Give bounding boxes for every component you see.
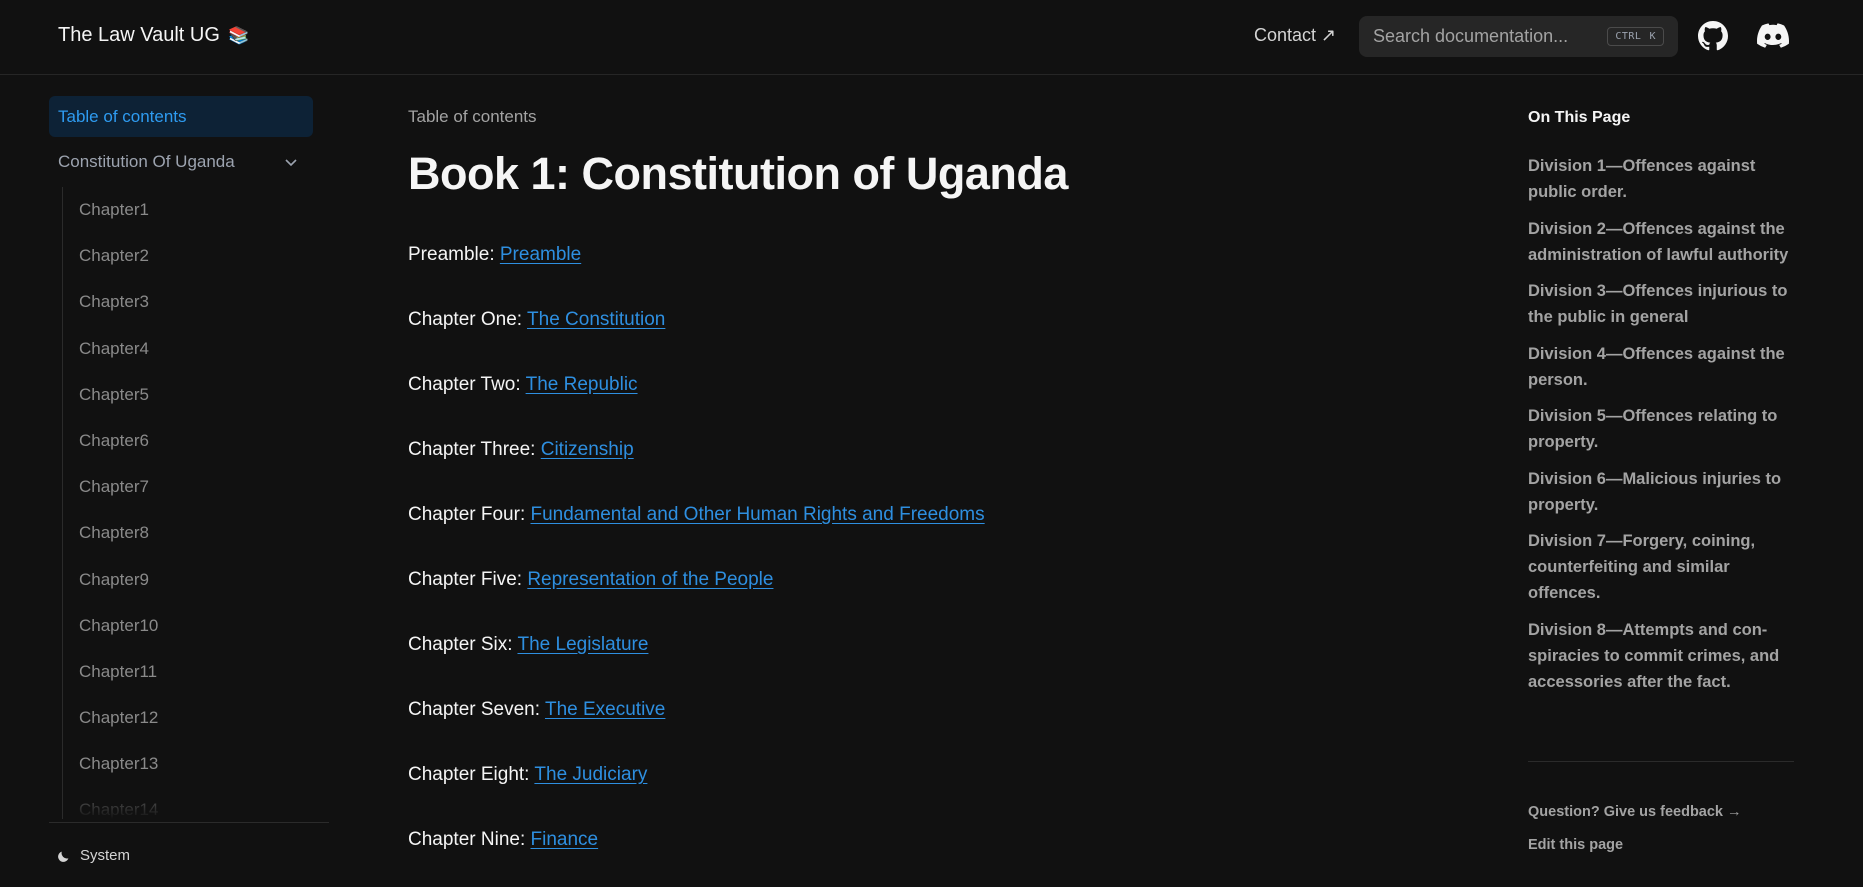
chapter-row-label: Chapter Six: — [408, 634, 518, 655]
chapter-row: Chapter One: The Constitution — [408, 309, 1408, 374]
sidebar-item-chapter[interactable]: Chapter11 — [79, 652, 322, 698]
chapter-link[interactable]: The Constitution — [527, 309, 665, 330]
sidebar-item-chapter[interactable]: Chapter1 — [79, 190, 322, 236]
chapter-link[interactable]: Fundamental and Other Human Rights and F… — [531, 504, 985, 525]
chapter-row: Chapter Nine: Finance — [408, 829, 1408, 887]
chapter-list: Chapter1 Chapter2 Chapter3 Chapter4 Chapter5… — [63, 187, 322, 819]
chapter-row-label: Chapter Nine: — [408, 829, 531, 850]
github-icon[interactable] — [1697, 20, 1729, 52]
sidebar-footer: System — [49, 822, 329, 887]
toc-item[interactable]: Division 4—Offences against the person. — [1528, 341, 1794, 393]
sidebar-item-chapter[interactable]: Chapter3 — [79, 282, 322, 328]
sidebar-item-table-of-contents[interactable]: Table of contents — [49, 96, 313, 137]
sidebar-item-chapter[interactable]: Chapter4 — [79, 329, 322, 375]
search-input[interactable]: Search documentation... CTRL K — [1359, 16, 1678, 57]
chapter-row: Chapter Three: Citizenship — [408, 439, 1408, 504]
sidebar-scroll-fade — [63, 779, 322, 819]
toc-item[interactable]: Division 6—Malicious injuries to propert… — [1528, 466, 1794, 518]
chapter-link[interactable]: Representation of the People — [527, 569, 773, 590]
chapter-row: Chapter Four: Fundamental and Other Huma… — [408, 504, 1408, 569]
chapter-link[interactable]: Preamble — [500, 244, 581, 265]
chapter-link[interactable]: The Executive — [545, 699, 665, 720]
sidebar-item-chapter[interactable]: Chapter6 — [79, 421, 322, 467]
chapter-row: Chapter Five: Representation of the Peop… — [408, 569, 1408, 634]
chapter-row-label: Chapter Seven: — [408, 699, 545, 720]
chapter-link[interactable]: The Republic — [526, 374, 638, 395]
moon-icon — [58, 851, 69, 862]
top-navbar: The Law Vault UG 📚 Contact ↗ Search docu… — [0, 0, 1863, 75]
toc-list: Division 1—Offences against public order… — [1528, 153, 1794, 705]
toc-title: On This Page — [1528, 109, 1631, 126]
chapter-row-label: Chapter Four: — [408, 504, 531, 525]
sidebar-section-constitution[interactable]: Constitution Of Uganda — [49, 142, 313, 182]
sidebar: Table of contents Constitution Of Uganda… — [49, 75, 329, 887]
theme-label: System — [80, 847, 131, 864]
site-logo-link[interactable]: The Law Vault UG 📚 — [58, 24, 249, 47]
sidebar-item-chapter[interactable]: Chapter2 — [79, 236, 322, 282]
chapter-link[interactable]: Finance — [531, 829, 599, 850]
chapter-row: Chapter Six: The Legislature — [408, 634, 1408, 699]
toc-item[interactable]: Division 2—Offences against the administ… — [1528, 216, 1794, 268]
toc-item[interactable]: Division 8—Attempts and con-spiracies to… — [1528, 617, 1794, 695]
chapter-row-label: Chapter Five: — [408, 569, 528, 590]
chapter-row: Chapter Seven: The Executive — [408, 699, 1408, 764]
chapter-row: Chapter Eight: The Judiciary — [408, 764, 1408, 829]
chapter-link[interactable]: Citizenship — [541, 439, 634, 460]
chapter-links-list: Preamble: Preamble Chapter One: The Const… — [408, 244, 1408, 887]
books-icon: 📚 — [227, 25, 250, 45]
edit-page-link[interactable]: Edit this page — [1528, 837, 1623, 853]
sidebar-item-chapter[interactable]: Chapter10 — [79, 606, 322, 652]
search-shortcut-badge: CTRL K — [1607, 27, 1664, 46]
chapter-row: Preamble: Preamble — [408, 244, 1408, 309]
discord-icon[interactable] — [1757, 20, 1789, 52]
chapter-row-label: Chapter Eight: — [408, 764, 535, 785]
sidebar-item-chapter[interactable]: Chapter5 — [79, 375, 322, 421]
toc-item[interactable]: Division 3—Offences injurious to the pub… — [1528, 278, 1794, 330]
feedback-link[interactable]: Question? Give us feedback → — [1528, 804, 1742, 820]
site-title: The Law Vault UG — [58, 24, 220, 46]
shortcut-key: K — [1649, 31, 1656, 42]
sidebar-chapter-tree: Chapter1 Chapter2 Chapter3 Chapter4 Chapter5… — [62, 187, 322, 819]
chapter-row-label: Chapter Three: — [408, 439, 541, 460]
toc-item[interactable]: Division 7—Forgery, coining, counterfeit… — [1528, 528, 1794, 606]
sidebar-item-chapter[interactable]: Chapter7 — [79, 467, 322, 513]
shortcut-ctrl: CTRL — [1615, 31, 1642, 42]
page-title: Book 1: Constitution of Uganda — [408, 148, 1068, 199]
sidebar-item-chapter[interactable]: Chapter8 — [79, 513, 322, 559]
chapter-row-label: Preamble: — [408, 244, 500, 265]
main-content: Table of contents Book 1: Constitution o… — [408, 75, 1448, 887]
chapter-link[interactable]: The Legislature — [517, 634, 648, 655]
chapter-row: Chapter Two: The Republic — [408, 374, 1408, 439]
breadcrumb: Table of contents — [408, 107, 537, 126]
theme-toggle-button[interactable]: System — [57, 847, 130, 864]
chapter-row-label: Chapter One: — [408, 309, 528, 330]
chevron-down-icon — [285, 159, 297, 167]
chapter-row-label: Chapter Two: — [408, 374, 526, 395]
sidebar-item-chapter[interactable]: Chapter9 — [79, 560, 322, 606]
sidebar-item-chapter[interactable]: Chapter12 — [79, 698, 322, 744]
chapter-link[interactable]: The Judiciary — [534, 764, 647, 785]
toc-divider — [1528, 761, 1794, 762]
sidebar-section-label: Constitution Of Uganda — [58, 152, 235, 171]
toc-item[interactable]: Division 5—Offences relating to property… — [1528, 403, 1794, 455]
toc-item[interactable]: Division 1—Offences against public order… — [1528, 153, 1794, 205]
contact-link[interactable]: Contact ↗ — [1254, 25, 1336, 46]
search-placeholder: Search documentation... — [1373, 26, 1569, 46]
